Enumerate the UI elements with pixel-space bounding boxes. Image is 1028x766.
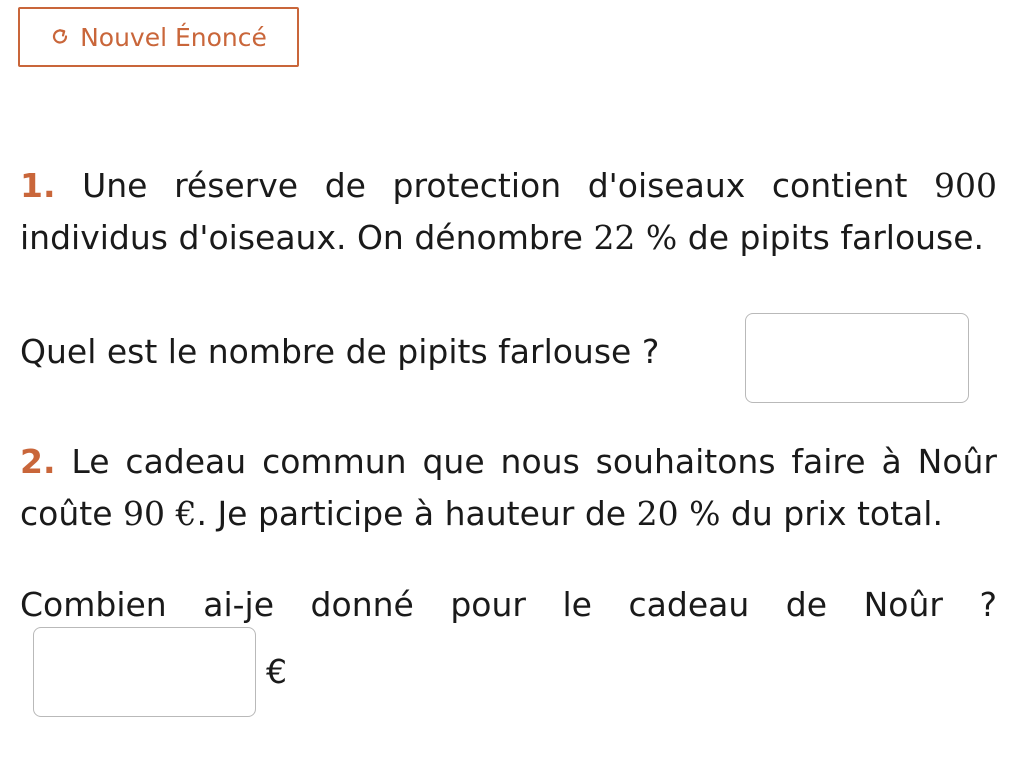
exercise-2-percent: 20 % — [636, 494, 721, 533]
exercise-2-question: Combien ai-je donné pour le cadeau de No… — [20, 585, 997, 624]
exercise-1-text-b: individus d'oiseaux. On dénombre — [20, 218, 594, 257]
new-statement-label: Nouvel Énoncé — [80, 22, 267, 52]
exercise-1-text-a: Une réserve de protection d'oiseaux cont… — [55, 166, 934, 205]
exercise-2-text-b: . Je participe à hauteur de — [196, 494, 637, 533]
new-statement-button[interactable]: Nouvel Énoncé — [18, 7, 299, 67]
exercise-1-answer-input[interactable] — [745, 313, 969, 403]
exercise-2-statement: 2. Le cadeau commun que nous souhaitons … — [20, 436, 997, 540]
exercise-1-text-c: de pipits farlouse. — [677, 218, 985, 257]
exercise-2-price: 90 € — [122, 494, 197, 533]
exercise-1-statement: 1. Une réserve de protection d'oiseaux c… — [20, 160, 997, 264]
refresh-icon — [50, 27, 70, 47]
exercise-2-text-c: du prix total. — [720, 494, 943, 533]
exercise-1-question: Quel est le nombre de pipits farlouse ? — [20, 332, 660, 371]
exercise-2-number: 2. — [20, 442, 56, 481]
exercise-1-percent: 22 % — [593, 218, 678, 257]
exercise-1-total-birds: 900 — [934, 166, 997, 205]
exercise-2-answer-input[interactable] — [33, 627, 256, 717]
exercise-2-unit: € — [266, 652, 287, 691]
exercise-1-number: 1. — [20, 166, 56, 205]
